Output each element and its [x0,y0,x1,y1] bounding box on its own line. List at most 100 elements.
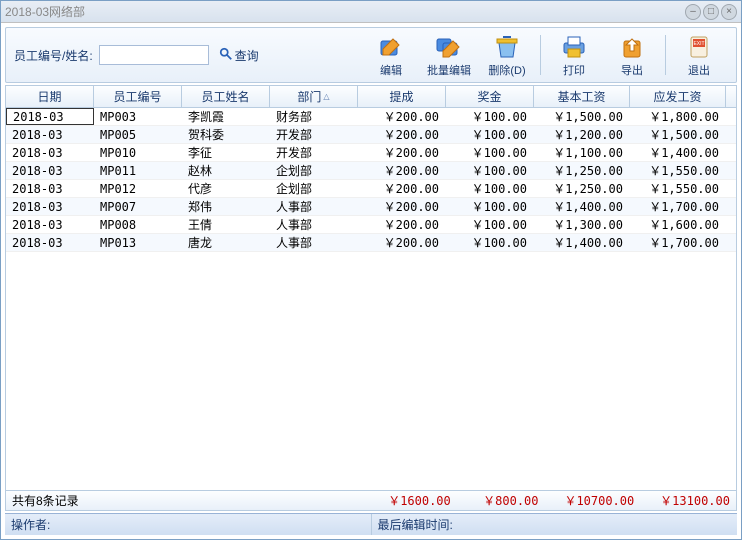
edit-label: 编辑 [380,62,402,78]
exit-button[interactable]: EXIT 退出 [670,29,728,81]
cell: ￥1,300.00 [534,216,630,233]
batch-edit-button[interactable]: 批量编辑 [420,29,478,81]
table-row[interactable]: 2018-03MP012代彦企划部￥200.00￥100.00￥1,250.00… [6,180,736,198]
close-button[interactable]: × [721,4,737,20]
maximize-button[interactable]: □ [703,4,719,20]
table-row[interactable]: 2018-03MP011赵林企划部￥200.00￥100.00￥1,250.00… [6,162,736,180]
col-bonus[interactable]: 奖金 [446,86,534,107]
cell: MP013 [94,234,182,251]
cell: 贺科委 [182,126,270,143]
cell: ￥200.00 [358,144,446,161]
cell: MP008 [94,216,182,233]
search-input[interactable] [99,45,209,65]
cell: MP005 [94,126,182,143]
print-button[interactable]: 打印 [545,29,603,81]
window-controls: – □ × [685,4,737,20]
cell: ￥1,600.00 [630,216,726,233]
cell: 2018-03 [6,234,94,251]
cell: ￥1,700.00 [630,198,726,215]
query-button[interactable]: 查询 [215,45,263,66]
minimize-button[interactable]: – [685,4,701,20]
cell: 开发部 [270,126,358,143]
cell: ￥1,400.00 [534,234,630,251]
window-title: 2018-03网络部 [5,3,685,20]
cell: 2018-03 [6,108,94,125]
col-emp-id[interactable]: 员工编号 [94,86,182,107]
cell: 李凯霞 [182,108,270,125]
cell: ￥1,400.00 [534,198,630,215]
cell: ￥1,250.00 [534,180,630,197]
statusbar: 操作者: 最后编辑时间: [5,513,737,535]
svg-text:EXIT: EXIT [693,41,704,47]
table-row[interactable]: 2018-03MP013唐龙人事部￥200.00￥100.00￥1,400.00… [6,234,736,252]
status-last-edit: 最后编辑时间: [372,514,738,535]
cell: ￥1,400.00 [630,144,726,161]
exit-icon: EXIT [683,33,715,61]
cell: 代彦 [182,180,270,197]
col-date[interactable]: 日期 [6,86,94,107]
edit-button[interactable]: 编辑 [362,29,420,81]
batch-edit-icon [433,33,465,61]
cell: 赵林 [182,162,270,179]
cell: 郑伟 [182,198,270,215]
toolbar: 员工编号/姓名: 查询 编辑 批量编辑 删除(D) [5,27,737,83]
cell: 人事部 [270,198,358,215]
cell: ￥1,700.00 [630,234,726,251]
col-commission[interactable]: 提成 [358,86,446,107]
table-row[interactable]: 2018-03MP010李征开发部￥200.00￥100.00￥1,100.00… [6,144,736,162]
cell: ￥200.00 [358,162,446,179]
print-icon [558,33,590,61]
cell: 2018-03 [6,180,94,197]
cell: 李征 [182,144,270,161]
cell: MP012 [94,180,182,197]
toolbar-separator [665,35,666,75]
delete-button[interactable]: 删除(D) [478,29,536,81]
cell: 企划部 [270,180,358,197]
cell: 王倩 [182,216,270,233]
cell: ￥200.00 [358,180,446,197]
cell: ￥100.00 [446,126,534,143]
col-pay[interactable]: 应发工资 [630,86,726,107]
col-emp-name[interactable]: 员工姓名 [182,86,270,107]
cell: ￥1,200.00 [534,126,630,143]
cell: ￥200.00 [358,126,446,143]
cell: ￥1,550.00 [630,180,726,197]
print-label: 打印 [563,62,585,78]
cell: 2018-03 [6,198,94,215]
cell: MP007 [94,198,182,215]
sort-asc-icon: △ [323,92,329,101]
cell: 2018-03 [6,126,94,143]
col-dept[interactable]: 部门△ [270,86,358,107]
cell: ￥200.00 [358,108,446,125]
cell: 财务部 [270,108,358,125]
table-row[interactable]: 2018-03MP008王倩人事部￥200.00￥100.00￥1,300.00… [6,216,736,234]
record-count: 共有8条记录 [12,492,79,509]
cell: ￥1,250.00 [534,162,630,179]
cell: MP011 [94,162,182,179]
batch-edit-label: 批量编辑 [427,62,471,78]
cell: ￥100.00 [446,108,534,125]
table-row[interactable]: 2018-03MP007郑伟人事部￥200.00￥100.00￥1,400.00… [6,198,736,216]
cell: 人事部 [270,216,358,233]
search-icon [219,47,233,64]
cell: ￥100.00 [446,234,534,251]
cell: ￥1,550.00 [630,162,726,179]
cell: ￥100.00 [446,198,534,215]
status-operator: 操作者: [5,514,372,535]
total-commission: ￥1600.00 [363,492,451,509]
cell: ￥200.00 [358,234,446,251]
cell: ￥100.00 [446,216,534,233]
total-base: ￥10700.00 [539,492,635,509]
cell: ￥1,100.00 [534,144,630,161]
delete-icon [491,33,523,61]
export-button[interactable]: 导出 [603,29,661,81]
total-bonus: ￥800.00 [451,492,539,509]
col-base-salary[interactable]: 基本工资 [534,86,630,107]
table-row[interactable]: 2018-03MP003李凯霞财务部￥200.00￥100.00￥1,500.0… [6,108,736,126]
query-label: 查询 [235,47,259,64]
search-label: 员工编号/姓名: [14,47,93,64]
table-row[interactable]: 2018-03MP005贺科委开发部￥200.00￥100.00￥1,200.0… [6,126,736,144]
cell: ￥1,500.00 [630,126,726,143]
cell: MP003 [94,108,182,125]
cell: 唐龙 [182,234,270,251]
